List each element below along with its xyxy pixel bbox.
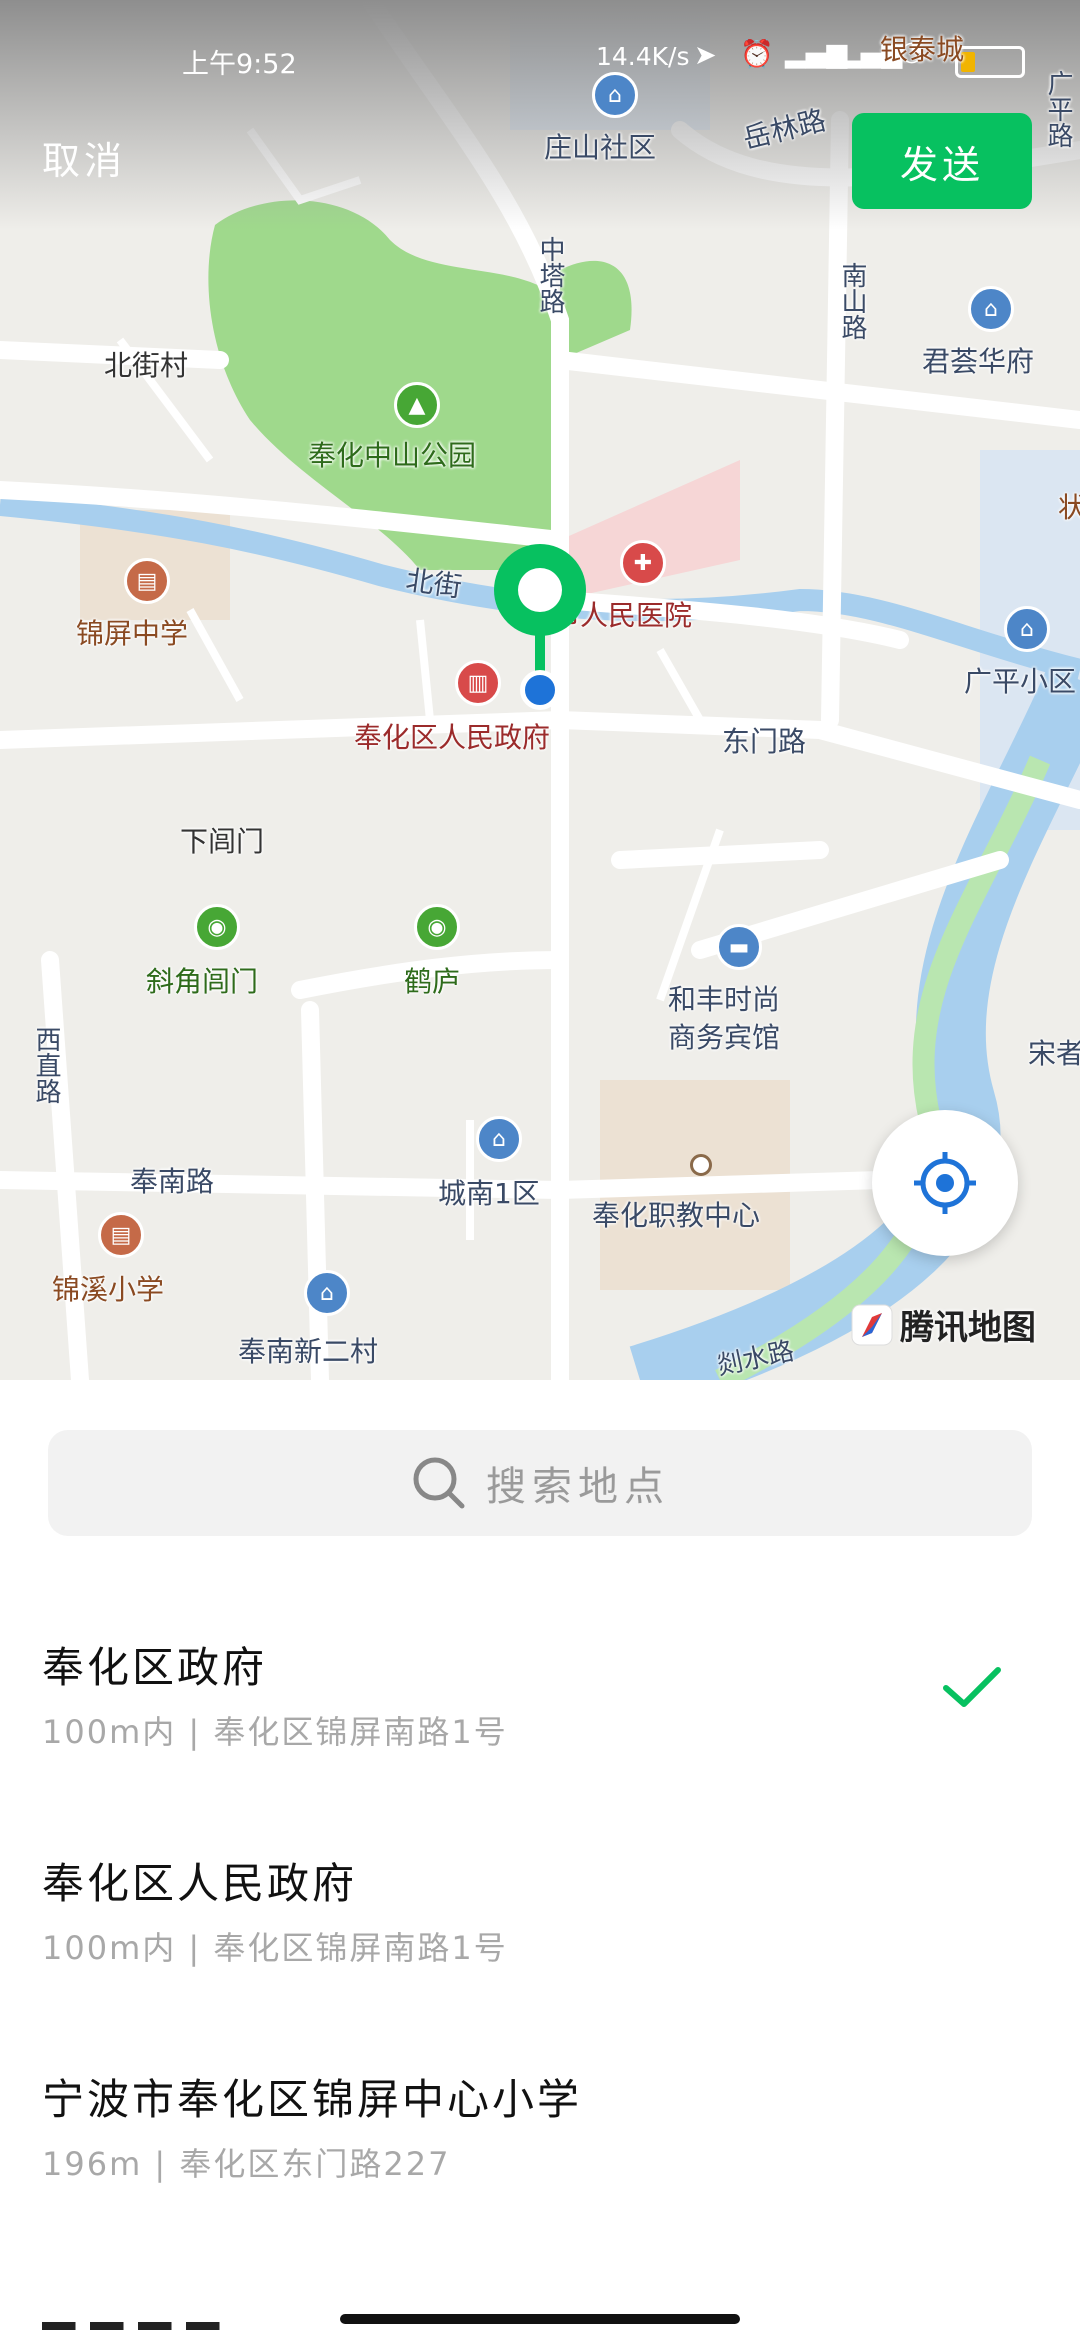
network-speed: 14.4K/s [596,42,690,71]
map-label: 状 [1058,491,1080,524]
map-label: 奉化区人民政府 [354,721,551,754]
map-label: 鹤庐 [404,965,461,998]
residential-icon: ⌂ [592,72,638,118]
map-label: 奉化中山公园 [308,439,477,472]
search-placeholder: 搜索地点 [486,1464,670,1510]
scenic-icon: ◉ [194,904,240,950]
place-item[interactable]: 奉化区人民政府 100m内 | 奉化区锦屏南路1号 [42,1850,1042,1969]
residential-icon: ⌂ [476,1116,522,1162]
park-icon: ▲ [394,382,440,428]
map-label: 银泰城 [880,33,965,66]
alarm-icon: ⏰ [740,39,774,70]
place-name: 宁波市奉化区锦屏中心小学 [42,2075,583,2124]
signal-hd-icon: ▂▄▆ [785,38,848,69]
map-label: 南山路 [837,262,867,340]
cancel-button[interactable]: 取消 [42,130,126,185]
map-label: 锦溪小学 [52,1273,165,1306]
status-time: 上午9:52 [182,49,297,80]
place-name: 奉化区人民政府 [42,1859,358,1908]
map-label: 广平路 [1043,70,1073,148]
search-input[interactable]: 搜索地点 [48,1430,1032,1536]
check-icon [943,1667,1001,1707]
place-name: 奉化区政府 [42,1643,268,1692]
map-label: 奉南新二村 [238,1335,379,1368]
residential-icon: ⌂ [304,1270,350,1316]
school-icon: ▤ [124,558,170,604]
map-label: 中塔路 [535,236,565,314]
place-item[interactable]: 奉化区政府 100m内 | 奉化区锦屏南路1号 [42,1634,1042,1753]
school-icon: ▤ [98,1212,144,1258]
tencent-map-logo: 腾讯地图 [850,1300,1036,1349]
map-label: 庄山社区 [544,131,657,164]
scenic-icon: ◉ [414,904,460,950]
hotel-icon: ▬ [716,924,762,970]
place-address: 100m内 | 奉化区锦屏南路1号 [42,1929,508,1967]
map-label: 奉化职教中心 [592,1199,761,1232]
battery-icon [955,46,1025,78]
crosshair-icon [914,1152,976,1214]
map-label: 北街 [403,563,464,604]
map-label: 东门路 [722,725,807,758]
map-label: 奉南路 [130,1165,215,1198]
map-label: 君荟华府 [922,345,1035,378]
map-label: 西直路 [31,1026,61,1104]
residential-icon: ⌂ [968,286,1014,332]
map-view[interactable]: 上午9:52 14.4K/s ➤ ⏰ ▂▄▆ ▂▄▆ ◔ 取消 发送 ⌂ ⌂ ▲… [0,0,1080,1380]
partial-list-item[interactable] [42,2286,342,2340]
poi-dot-icon [690,1154,712,1176]
user-location-dot [520,670,560,710]
place-address: 196m | 奉化区东门路227 [42,2145,451,2183]
search-icon [413,1457,465,1509]
hospital-icon: ✚ [620,540,666,586]
map-label: 北街村 [104,349,189,382]
place-address: 100m内 | 奉化区锦屏南路1号 [42,1713,508,1751]
bottom-sheet: 搜索地点 奉化区政府 100m内 | 奉化区锦屏南路1号 奉化区人民政府 100… [0,1380,1080,2340]
compass-logo-icon [851,1304,893,1345]
map-label: 商务宾馆 [668,1021,781,1054]
location-arrow-icon: ➤ [694,40,717,71]
map-label: 宋者 [1028,1037,1080,1070]
map-label: 和丰时尚 [668,983,781,1016]
map-label: 城南1区 [438,1177,540,1210]
brand-label: 腾讯地图 [900,1308,1036,1348]
residential-icon: ⌂ [1004,606,1050,652]
map-label: 下闾门 [180,825,265,858]
home-indicator [340,2314,740,2324]
map-label: 锦屏中学 [76,617,189,650]
send-button[interactable]: 发送 [852,113,1032,209]
map-label: 广平小区 [964,665,1077,698]
map-label: 斜角闾门 [146,965,259,998]
my-location-button[interactable] [872,1110,1018,1256]
place-item[interactable]: 宁波市奉化区锦屏中心小学 196m | 奉化区东门路227 [42,2066,1042,2185]
